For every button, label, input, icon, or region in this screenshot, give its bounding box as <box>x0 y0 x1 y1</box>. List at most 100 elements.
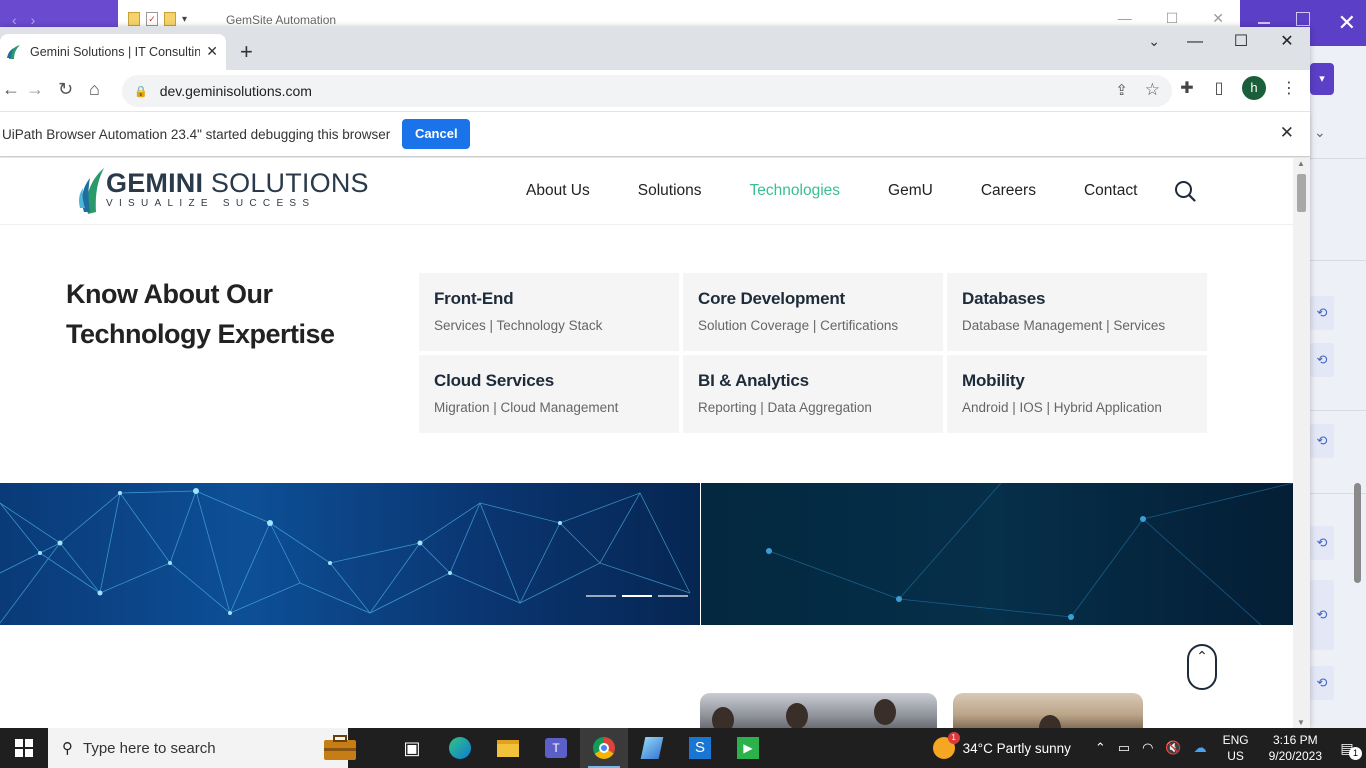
forward-icon[interactable]: → <box>26 79 44 100</box>
notification-count: 1 <box>1349 747 1362 760</box>
side-panel-icon[interactable]: ▯ <box>1210 78 1228 98</box>
minimize-icon[interactable]: — <box>1118 10 1132 27</box>
background-window-title: GemSite Automation <box>226 13 337 27</box>
close-icon[interactable]: ✕ <box>1338 10 1356 36</box>
card-subtext: Android | IOS | Hybrid Application <box>962 400 1162 415</box>
tab-strip: Gemini Solutions | IT Consulting ✕ + ⌄ —… <box>0 27 1310 70</box>
card-heading: Cloud Services <box>434 371 555 390</box>
carousel-dot[interactable] <box>586 595 616 597</box>
close-infobar-icon[interactable]: ✕ <box>1280 123 1294 143</box>
nav-gemu[interactable]: GemU <box>888 182 933 200</box>
page-scrollbar[interactable]: ▲ ▼ <box>1293 158 1310 728</box>
tab-search-icon[interactable]: ⌄ <box>1148 33 1160 50</box>
card-bi-analytics[interactable]: BI & Analytics Reporting | Data Aggregat… <box>683 355 943 433</box>
carousel-dot[interactable] <box>658 595 688 597</box>
close-icon[interactable]: ✕ <box>1212 10 1224 27</box>
browser-window: Gemini Solutions | IT Consulting ✕ + ⌄ —… <box>0 27 1310 728</box>
loop-icon[interactable]: ⟲ <box>1310 296 1334 330</box>
chevron-up-icon[interactable]: ⌃ <box>1095 740 1106 756</box>
home-icon[interactable]: ⌂ <box>89 79 100 100</box>
uipath-robot-icon[interactable]: ▶ <box>724 728 772 768</box>
task-view-icon[interactable]: ▣ <box>388 728 436 768</box>
carousel-dot-active[interactable] <box>622 595 652 597</box>
share-icon[interactable]: ⇪ <box>1115 81 1128 99</box>
language-indicator[interactable]: ENG US <box>1223 732 1249 764</box>
start-button[interactable] <box>0 728 48 768</box>
loop-icon[interactable]: ⟲ <box>1310 666 1334 700</box>
maximize-icon[interactable]: ☐ <box>1166 10 1179 27</box>
nav-careers[interactable]: Careers <box>981 182 1036 200</box>
speaker-muted-icon[interactable]: 🔇 <box>1165 740 1181 756</box>
scroll-to-top-button[interactable]: ⌃ <box>1187 644 1217 690</box>
tab-title: Gemini Solutions | IT Consulting <box>30 45 200 59</box>
loop-icon[interactable]: ⟲ <box>1310 343 1334 377</box>
chrome-icon[interactable] <box>580 728 628 768</box>
menu-kebab-icon[interactable]: ⋮ <box>1280 78 1298 98</box>
address-bar[interactable]: 🔒 dev.geminisolutions.com ⇪ ☆ <box>122 75 1172 107</box>
minimize-icon[interactable]: — <box>1172 27 1218 57</box>
maximize-icon[interactable]: ☐ <box>1218 27 1264 57</box>
url-text[interactable]: dev.geminisolutions.com <box>160 83 312 99</box>
scroll-up-arrow-icon[interactable]: ▲ <box>1297 159 1305 168</box>
site-logo[interactable]: GEMINI SOLUTIONS VISUALIZE SUCCESS <box>78 168 369 214</box>
notification-center-icon[interactable]: ▤ 1 <box>1332 734 1362 762</box>
folder-icon[interactable] <box>128 12 140 26</box>
background-scrollbar-thumb[interactable] <box>1354 483 1361 583</box>
nav-technologies[interactable]: Technologies <box>750 182 840 200</box>
card-subtext: Database Management | Services <box>962 318 1166 333</box>
cancel-button[interactable]: Cancel <box>402 119 471 149</box>
folder-icon[interactable] <box>164 12 176 26</box>
card-databases[interactable]: Databases Database Management | Services <box>947 273 1207 351</box>
nav-contact[interactable]: Contact <box>1084 182 1137 200</box>
bookmark-star-icon[interactable]: ☆ <box>1145 80 1160 100</box>
windows-logo-icon <box>15 739 33 757</box>
reload-icon[interactable]: ↻ <box>58 79 73 100</box>
background-dropdown-button[interactable]: ▾ <box>1310 63 1334 95</box>
person-head <box>1039 715 1061 728</box>
network-lines-image <box>766 483 1293 625</box>
teams-icon[interactable]: T <box>532 728 580 768</box>
mega-menu-title: Know About Our Technology Expertise <box>66 279 335 349</box>
checkbox-icon[interactable]: ✓ <box>146 12 158 26</box>
card-subtext: Reporting | Data Aggregation <box>698 400 872 415</box>
new-tab-icon[interactable]: + <box>240 39 253 65</box>
profile-avatar[interactable]: h <box>1242 76 1266 100</box>
search-icon[interactable] <box>1174 180 1196 202</box>
nav-about-us[interactable]: About Us <box>526 182 590 200</box>
browser-tab[interactable]: Gemini Solutions | IT Consulting ✕ <box>0 34 226 70</box>
minimize-icon[interactable] <box>1258 22 1270 24</box>
nav-solutions[interactable]: Solutions <box>638 182 702 200</box>
close-icon[interactable]: ✕ <box>1264 27 1310 57</box>
technology-cards: Front-End Services | Technology Stack Co… <box>419 273 1207 433</box>
close-tab-icon[interactable]: ✕ <box>206 43 218 60</box>
card-core-development[interactable]: Core Development Solution Coverage | Cer… <box>683 273 943 351</box>
scroll-down-arrow-icon[interactable]: ▼ <box>1297 718 1305 727</box>
background-nav-arrows: ‹› <box>12 12 50 28</box>
file-explorer-icon[interactable] <box>484 728 532 768</box>
main-nav: About Us Solutions Technologies GemU Car… <box>526 182 1137 200</box>
wifi-icon[interactable]: ◠ <box>1142 740 1153 756</box>
back-icon[interactable]: ← <box>2 79 20 100</box>
maximize-icon[interactable] <box>1296 12 1310 26</box>
edge-icon[interactable] <box>436 728 484 768</box>
scrollbar-thumb[interactable] <box>1297 174 1306 212</box>
weather-widget[interactable]: 1 34°C Partly sunny <box>932 732 1071 759</box>
loop-icon[interactable]: ⟲ <box>1310 526 1334 560</box>
onedrive-icon[interactable]: ☁ <box>1194 740 1207 756</box>
loop-icon[interactable]: ⟲ <box>1310 424 1334 458</box>
divider <box>1310 158 1366 159</box>
lock-icon[interactable]: 🔒 <box>134 85 148 98</box>
briefcase-icon <box>324 735 356 760</box>
chevron-down-icon[interactable]: ▾ <box>182 14 187 25</box>
chevron-down-icon[interactable]: ⌄ <box>1314 124 1326 141</box>
uipath-studio-icon[interactable] <box>628 728 676 768</box>
taskbar-search-box[interactable]: ⚲ Type here to search <box>48 728 356 768</box>
activity-block[interactable]: ⟲ <box>1310 580 1334 650</box>
card-front-end[interactable]: Front-End Services | Technology Stack <box>419 273 679 351</box>
clock[interactable]: 3:16 PM 9/20/2023 <box>1269 732 1322 764</box>
extensions-icon[interactable]: ✚ <box>1178 78 1196 98</box>
uipath-assistant-icon[interactable]: S <box>676 728 724 768</box>
battery-icon[interactable]: ▭ <box>1118 740 1130 756</box>
card-cloud-services[interactable]: Cloud Services Migration | Cloud Managem… <box>419 355 679 433</box>
card-mobility[interactable]: Mobility Android | IOS | Hybrid Applicat… <box>947 355 1207 433</box>
